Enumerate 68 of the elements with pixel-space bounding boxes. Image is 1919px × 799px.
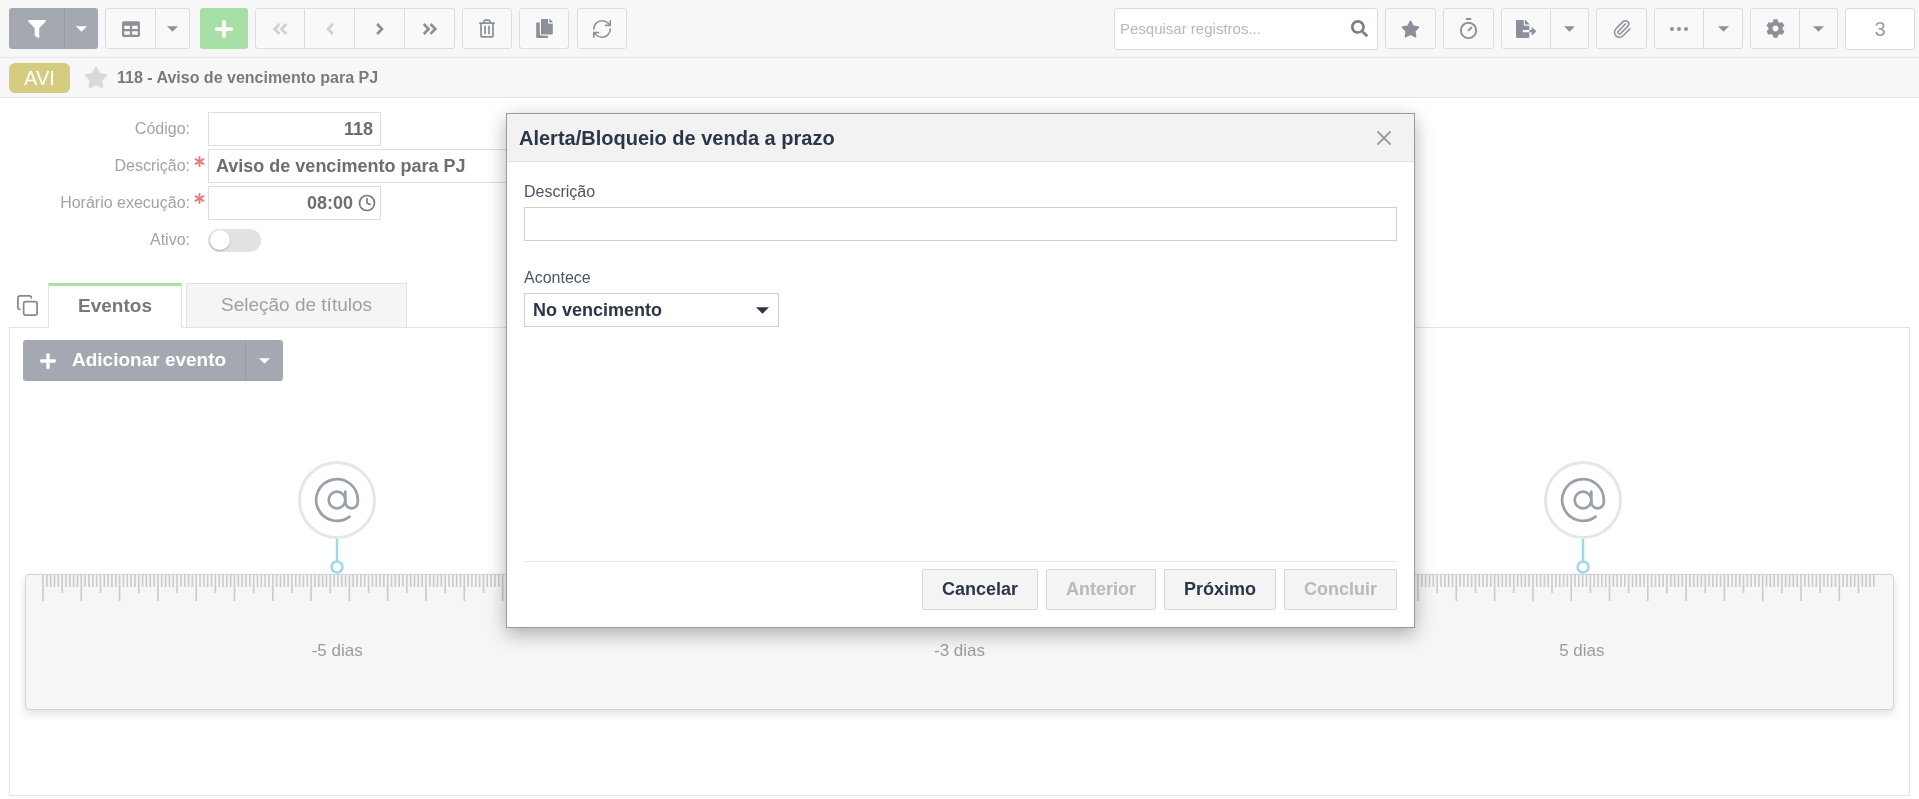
record-count: 3 [1845, 7, 1915, 50]
field-label: Ativo: [149, 230, 190, 250]
tab[interactable]: Eventos [48, 283, 182, 328]
search-field[interactable]: Pesquisar registros... [1114, 7, 1378, 50]
star-icon [1401, 19, 1420, 38]
dialog-field-label: Descrição [524, 182, 597, 202]
caret-icon [76, 25, 87, 32]
caret-icon [756, 306, 769, 314]
filter-dropdown-button[interactable] [64, 8, 98, 49]
attachment-button[interactable] [1596, 8, 1647, 49]
dialog-field-label: Acontece [524, 268, 592, 288]
view-dropdown-button[interactable] [156, 8, 190, 49]
description-input[interactable] [524, 207, 1397, 241]
add-event-dropdown-button[interactable] [245, 340, 283, 381]
settings-button[interactable] [1750, 8, 1800, 49]
refresh-button[interactable] [577, 8, 627, 49]
time-value: 08:00 [306, 191, 353, 215]
timeline-day-label: 5 dias [1559, 640, 1605, 662]
copy-icon [535, 19, 553, 38]
caret-icon [1717, 25, 1729, 32]
caret-icon [1564, 25, 1575, 32]
timeline-day-label: -3 dias [933, 640, 985, 662]
plus-icon [214, 18, 234, 39]
last-record-button[interactable] [405, 8, 455, 49]
ellipsis-icon [1670, 26, 1688, 31]
caret-icon [167, 25, 178, 32]
timer-button[interactable] [1443, 8, 1494, 49]
export-button[interactable] [1501, 8, 1551, 49]
caret-icon [1813, 25, 1824, 32]
field-label: Horário execução: [59, 193, 190, 213]
favorite-star-icon[interactable] [84, 66, 108, 89]
settings-icon [1765, 19, 1785, 38]
export-dropdown-button[interactable] [1551, 8, 1589, 49]
copy-icon[interactable] [16, 294, 39, 317]
dialog-button[interactable]: Próximo [1163, 569, 1276, 610]
timeline-day-label: -5 dias [311, 640, 363, 662]
filter-button[interactable] [9, 8, 64, 49]
stopwatch-icon [1457, 17, 1480, 40]
more-dropdown-button[interactable] [1704, 8, 1743, 49]
grid-view-button[interactable] [105, 8, 156, 49]
refresh-icon [591, 17, 613, 40]
caret-icon [259, 357, 270, 364]
duplicate-button[interactable] [519, 8, 569, 49]
next-record-button[interactable] [355, 8, 405, 49]
delete-button[interactable] [462, 8, 512, 49]
time-field[interactable]: 08:00 [208, 186, 381, 220]
funnel-icon [27, 19, 46, 38]
add-button[interactable] [200, 8, 248, 49]
toggle-switch[interactable] [208, 228, 261, 252]
search-icon [1351, 19, 1368, 37]
favorites-button[interactable] [1385, 8, 1436, 49]
table-icon [120, 19, 141, 38]
select-value: No vencimento [533, 298, 663, 322]
more-button[interactable] [1654, 8, 1704, 49]
record-title: 118 - Aviso de vencimento para PJ [117, 67, 379, 88]
field-label: Código: [133, 119, 190, 139]
code-field[interactable]: 118 [208, 112, 381, 146]
field-label: Descrição: [113, 156, 190, 176]
record-badge: AVI [9, 62, 70, 93]
occurrence-select[interactable]: No vencimento [524, 293, 779, 327]
paperclip-icon [1611, 18, 1632, 39]
settings-dropdown-button[interactable] [1800, 8, 1838, 49]
trash-icon [479, 19, 495, 38]
plus-icon [39, 351, 57, 370]
dialog-button[interactable]: Cancelar [921, 569, 1038, 610]
dialog-title: Alerta/Bloqueio de venda a prazo [519, 125, 835, 151]
clock-icon[interactable] [358, 194, 376, 212]
file-export-icon [1516, 18, 1536, 39]
